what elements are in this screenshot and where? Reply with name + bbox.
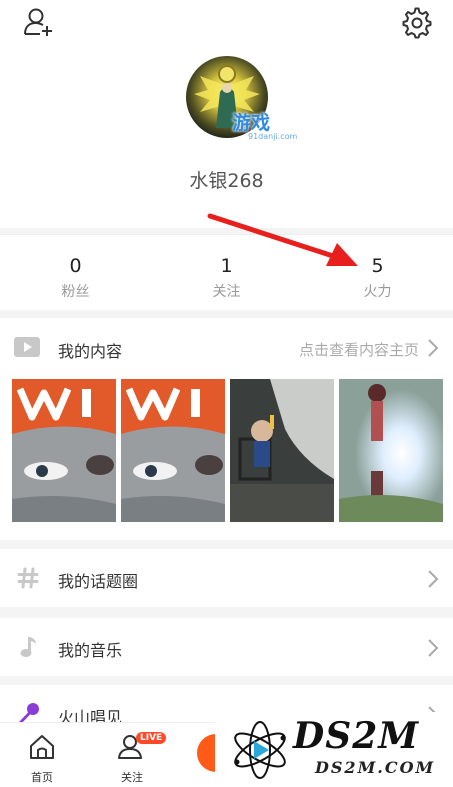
tab-follow-label: 关注: [121, 771, 143, 784]
watermark-subtitle: DS2M.COM: [315, 758, 436, 777]
chevron-right-icon: [428, 570, 439, 588]
stat-fire-power-label: 火力: [363, 284, 392, 300]
tab-home-label: 首页: [31, 771, 53, 784]
content-thumbnails: [12, 379, 444, 522]
stat-following-value: 1: [220, 255, 233, 277]
stat-following[interactable]: 1 关注: [151, 235, 302, 311]
video-play-icon: [14, 337, 40, 357]
music-note-icon: [20, 637, 36, 657]
menu-item-topics-label: 我的话题圈: [58, 572, 139, 591]
avatar-watermark-sub: 91danji.com: [248, 132, 298, 141]
thumbnail-video-2[interactable]: [121, 379, 225, 522]
stats-row: 0 粉丝 1 关注 5 火力: [0, 234, 453, 310]
bottom-tab-bar: 首页 LIVE 关注: [0, 722, 215, 787]
stat-following-label: 关注: [212, 284, 241, 300]
watermark-title: DS2M: [293, 715, 420, 757]
chevron-right-icon: [428, 339, 439, 357]
chevron-right-icon: [428, 639, 439, 657]
my-content-section: 我的内容 点击查看内容主页: [0, 318, 453, 540]
site-watermark: DS2M DS2M.COM: [215, 712, 453, 787]
stat-fans[interactable]: 0 粉丝: [0, 235, 151, 311]
stat-fire-power[interactable]: 5 火力: [302, 235, 453, 311]
menu-item-topics[interactable]: 我的话题圈: [0, 549, 453, 607]
live-badge: LIVE: [136, 732, 167, 744]
watermark-logo-icon: [234, 721, 286, 779]
thumbnail-video-4[interactable]: [339, 379, 443, 522]
settings-gear-icon[interactable]: [400, 6, 434, 40]
my-content-title: 我的内容: [58, 342, 123, 361]
stat-fans-value: 0: [69, 255, 82, 277]
hashtag-icon: [17, 567, 39, 589]
my-content-header[interactable]: 我的内容 点击查看内容主页: [0, 318, 453, 376]
stat-fire-power-value: 5: [371, 255, 384, 277]
add-friend-icon[interactable]: [22, 6, 56, 40]
thumbnail-video-1[interactable]: [12, 379, 116, 522]
menu-item-music[interactable]: 我的音乐: [0, 618, 453, 676]
tab-follow[interactable]: LIVE 关注: [92, 723, 172, 787]
username: 水银268: [189, 170, 264, 192]
content-homepage-link[interactable]: 点击查看内容主页: [299, 339, 419, 360]
avatar-watermark-text: 游戏: [232, 112, 271, 134]
home-icon: [30, 735, 54, 759]
thumbnail-video-3[interactable]: [230, 379, 334, 522]
tab-home[interactable]: 首页: [2, 723, 82, 787]
menu-item-music-label: 我的音乐: [58, 641, 123, 660]
stat-fans-label: 粉丝: [61, 284, 90, 300]
profile-header: 游戏 91danji.com 水银268: [0, 0, 453, 228]
avatar-watermark: 游戏 91danji.com: [232, 108, 297, 141]
